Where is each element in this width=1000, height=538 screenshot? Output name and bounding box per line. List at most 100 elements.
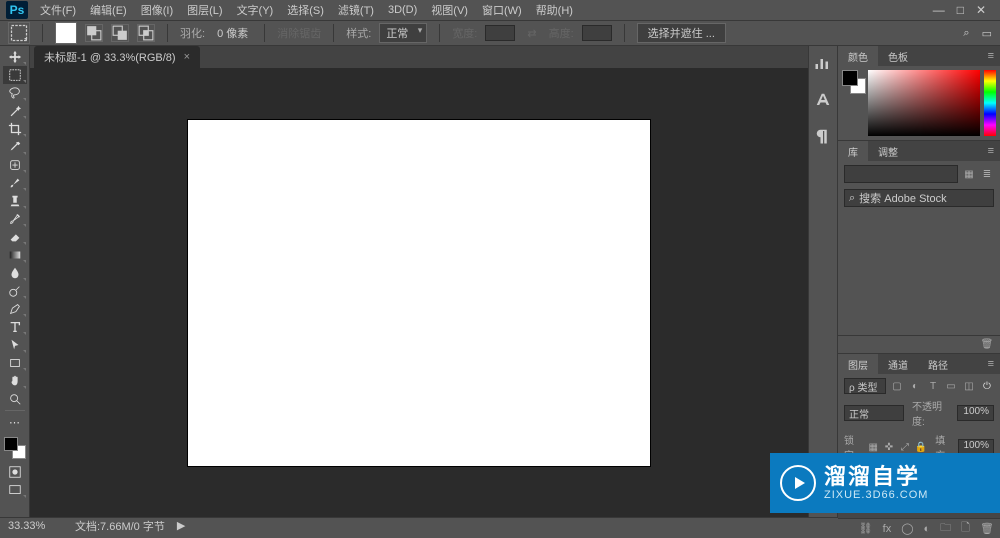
layer-filter-select[interactable]: ρ 类型 [844, 378, 886, 394]
layers-tab[interactable]: 图层 [838, 354, 878, 375]
swatches-tab[interactable]: 色板 [878, 46, 918, 67]
library-select[interactable] [844, 165, 958, 183]
minimize-button[interactable]: — [933, 3, 945, 17]
clone-stamp-tool[interactable] [3, 192, 27, 210]
filter-toggle-icon[interactable]: ⏻ [980, 379, 994, 393]
tool-preset-picker[interactable] [8, 22, 30, 44]
filter-type-icon[interactable]: T [926, 379, 940, 393]
menu-window[interactable]: 窗口(W) [476, 0, 528, 20]
color-tab[interactable]: 颜色 [838, 46, 878, 67]
selection-add-icon[interactable] [85, 24, 103, 42]
lock-position-icon[interactable]: ✜ [883, 440, 895, 454]
foreground-swatch[interactable] [4, 437, 18, 451]
adjustments-tab[interactable]: 调整 [868, 141, 908, 162]
close-button[interactable]: ✕ [976, 3, 986, 17]
menu-3d[interactable]: 3D(D) [382, 2, 423, 18]
watermark-url: ZIXUE.3D66.COM [824, 489, 928, 501]
filter-pixel-icon[interactable]: ▢ [890, 379, 904, 393]
lock-artboard-icon[interactable]: ⤢ [899, 440, 911, 454]
menu-image[interactable]: 图像(I) [135, 0, 179, 20]
selection-new-icon[interactable] [55, 22, 77, 44]
workspace-switcher-icon[interactable]: ▭ [982, 27, 992, 40]
menu-help[interactable]: 帮助(H) [530, 0, 579, 20]
feather-value[interactable]: 0 像素 [213, 25, 252, 41]
blend-mode-select[interactable]: 正常 [844, 405, 904, 421]
status-arrow-icon[interactable]: ▶ [177, 519, 185, 532]
eraser-tool[interactable] [3, 228, 27, 246]
zoom-level[interactable]: 33.33% [8, 520, 63, 532]
filter-smart-icon[interactable]: ◫ [962, 379, 976, 393]
histogram-icon[interactable] [813, 54, 833, 74]
lock-pixels-icon[interactable]: ▦ [867, 440, 879, 454]
rectangle-tool[interactable] [3, 354, 27, 372]
screenmode-tool[interactable] [3, 481, 27, 499]
lock-all-icon[interactable]: 🔒 [915, 440, 927, 454]
hue-slider[interactable] [984, 70, 996, 136]
lasso-tool[interactable] [3, 84, 27, 102]
canvas[interactable] [188, 120, 650, 466]
libraries-tab[interactable]: 库 [838, 141, 868, 162]
doc-size[interactable]: 文档:7.66M/0 字节 [75, 518, 165, 534]
channels-tab[interactable]: 通道 [878, 354, 918, 375]
main-area: ⋯ 未标题-1 @ 33.3%(RGB/8) × 颜色 色板 [0, 46, 1000, 517]
menu-file[interactable]: 文件(F) [34, 0, 82, 20]
selection-intersect-icon[interactable] [137, 24, 155, 42]
menu-edit[interactable]: 编辑(E) [84, 0, 133, 20]
filter-shape-icon[interactable]: ▭ [944, 379, 958, 393]
filter-adjust-icon[interactable]: ◐ [908, 379, 922, 393]
gradient-tool[interactable] [3, 246, 27, 264]
paths-tab[interactable]: 路径 [918, 354, 958, 375]
brush-tool[interactable] [3, 174, 27, 192]
layers-panel-menu-icon[interactable]: ≡ [982, 358, 1000, 370]
delete-layer-icon[interactable]: 🗑 [980, 522, 994, 535]
dodge-tool[interactable] [3, 282, 27, 300]
eyedropper-tool[interactable] [3, 138, 27, 156]
document-tab-close-icon[interactable]: × [184, 51, 190, 63]
type-tool[interactable] [3, 318, 27, 336]
lib-grid-view-icon[interactable]: ▦ [962, 167, 976, 181]
color-swatches[interactable] [4, 437, 26, 459]
color-field[interactable] [868, 70, 980, 136]
maximize-button[interactable]: □ [957, 3, 964, 17]
pen-tool[interactable] [3, 300, 27, 318]
new-group-icon[interactable]: 🗀 [940, 519, 951, 538]
paragraph-icon[interactable] [813, 126, 833, 146]
history-brush-tool[interactable] [3, 210, 27, 228]
crop-tool[interactable] [3, 120, 27, 138]
marquee-icon [9, 23, 29, 43]
menu-type[interactable]: 文字(Y) [231, 0, 280, 20]
blur-tool[interactable] [3, 264, 27, 282]
color-panel-menu-icon[interactable]: ≡ [982, 50, 1000, 62]
opacity-label: 不透明度: [912, 398, 953, 428]
menu-layer[interactable]: 图层(L) [181, 0, 228, 20]
character-icon[interactable] [813, 90, 833, 110]
panel-fg-swatch[interactable] [842, 70, 858, 86]
library-search-input[interactable]: ⌕ 搜索 Adobe Stock [844, 189, 994, 207]
search-icon: ⌕ [849, 192, 855, 205]
layer-mask-icon[interactable]: ◯ [901, 522, 913, 535]
select-and-mask-button[interactable]: 选择并遮住 ... [637, 23, 726, 43]
document-tab[interactable]: 未标题-1 @ 33.3%(RGB/8) × [34, 46, 200, 68]
marquee-tool[interactable] [3, 66, 27, 84]
menu-view[interactable]: 视图(V) [425, 0, 474, 20]
new-layer-icon[interactable]: 🗋 [961, 519, 970, 538]
library-trash-icon[interactable]: 🗑 [980, 338, 994, 352]
style-select[interactable]: 正常 [379, 23, 427, 43]
quickmask-tool[interactable] [3, 463, 27, 481]
lib-list-view-icon[interactable]: ≣ [980, 167, 994, 181]
path-select-tool[interactable] [3, 336, 27, 354]
libraries-panel-menu-icon[interactable]: ≡ [982, 145, 1000, 157]
move-tool[interactable] [3, 48, 27, 66]
link-layers-icon[interactable]: ⛓ [859, 522, 873, 535]
menu-filter[interactable]: 滤镜(T) [332, 0, 380, 20]
selection-subtract-icon[interactable] [111, 24, 129, 42]
opacity-input[interactable]: 100% [957, 405, 994, 421]
healing-brush-tool[interactable] [3, 156, 27, 174]
search-icon[interactable]: ⌕ [963, 27, 969, 40]
canvas-viewport[interactable] [30, 68, 808, 517]
magic-wand-tool[interactable] [3, 102, 27, 120]
hand-tool[interactable] [3, 372, 27, 390]
menu-select[interactable]: 选择(S) [281, 0, 330, 20]
edit-toolbar-button[interactable]: ⋯ [3, 413, 27, 431]
zoom-tool[interactable] [3, 390, 27, 408]
